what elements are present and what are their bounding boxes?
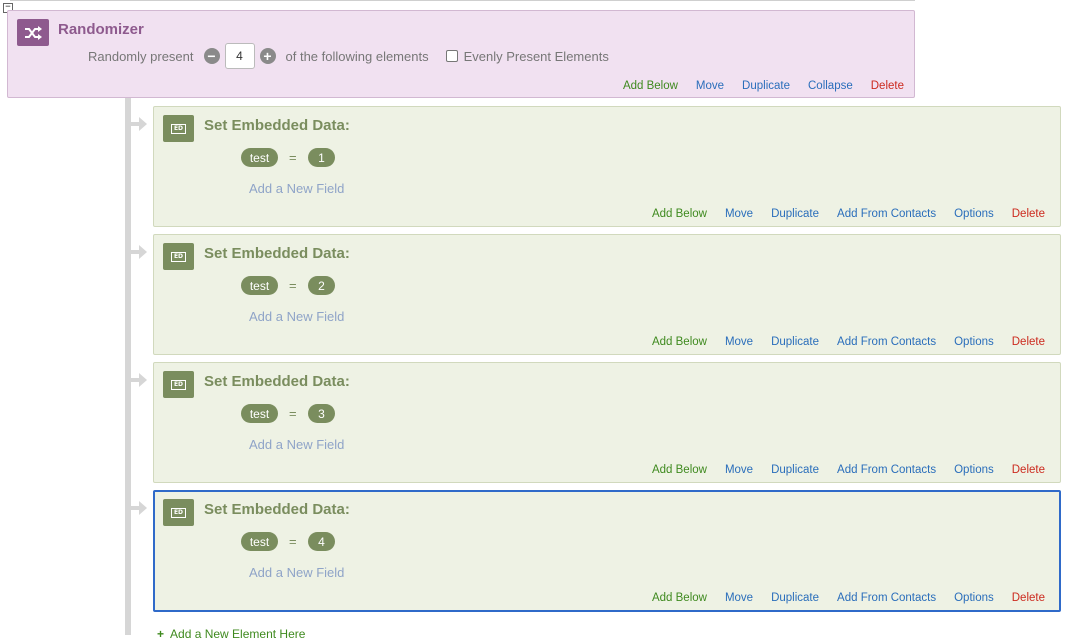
arrow-icon [139, 117, 147, 131]
connector-arrow [131, 506, 139, 510]
connector-arrow [131, 250, 139, 254]
move-link[interactable]: Move [696, 80, 724, 92]
shuffle-icon [17, 19, 49, 46]
add-from-contacts-link[interactable]: Add From Contacts [837, 464, 936, 476]
duplicate-link[interactable]: Duplicate [771, 592, 819, 604]
add-below-link[interactable]: Add Below [652, 336, 707, 348]
delete-link[interactable]: Delete [1012, 592, 1045, 604]
connector-arrow [131, 378, 139, 382]
embedded-data-icon: ED [163, 371, 194, 398]
delete-link[interactable]: Delete [871, 80, 904, 92]
add-below-link[interactable]: Add Below [652, 592, 707, 604]
equals-sign: = [289, 534, 297, 549]
randomizer-actions: Add Below Move Duplicate Collapse Delete [623, 80, 904, 92]
add-new-field-link[interactable]: Add a New Field [249, 565, 344, 580]
embedded-data-icon: ED [163, 115, 194, 142]
block-actions: Add Below Move Duplicate Add From Contac… [652, 208, 1045, 220]
randomizer-settings-row: Randomly present − 4 + of the following … [88, 43, 609, 69]
options-link[interactable]: Options [954, 592, 994, 604]
field-name-pill[interactable]: test [241, 276, 278, 295]
options-link[interactable]: Options [954, 336, 994, 348]
add-new-element-label: Add a New Element Here [170, 627, 306, 641]
delete-link[interactable]: Delete [1012, 336, 1045, 348]
add-new-element-link[interactable]: + Add a New Element Here [157, 627, 305, 641]
move-link[interactable]: Move [725, 464, 753, 476]
set-embedded-data-block-selected: ED Set Embedded Data: test = 4 Add a New… [153, 490, 1061, 612]
duplicate-link[interactable]: Duplicate [771, 208, 819, 220]
following-elements-label: of the following elements [285, 48, 429, 64]
add-below-link[interactable]: Add Below [652, 464, 707, 476]
options-link[interactable]: Options [954, 464, 994, 476]
delete-link[interactable]: Delete [1012, 208, 1045, 220]
add-new-field-link[interactable]: Add a New Field [249, 181, 344, 196]
block-title: Set Embedded Data: [204, 501, 350, 518]
block-actions: Add Below Move Duplicate Add From Contac… [652, 464, 1045, 476]
field-value-pill[interactable]: 3 [308, 404, 335, 423]
move-link[interactable]: Move [725, 208, 753, 220]
randomizer-block: Randomizer Randomly present − 4 + of the… [7, 10, 915, 98]
add-below-link[interactable]: Add Below [623, 80, 678, 92]
add-from-contacts-link[interactable]: Add From Contacts [837, 336, 936, 348]
connector-arrow [131, 122, 139, 126]
block-actions: Add Below Move Duplicate Add From Contac… [652, 592, 1045, 604]
element-count-input[interactable]: 4 [224, 43, 255, 69]
arrow-icon [139, 373, 147, 387]
set-embedded-data-block: ED Set Embedded Data: test = 2 Add a New… [153, 234, 1061, 355]
duplicate-link[interactable]: Duplicate [771, 336, 819, 348]
arrow-icon [139, 501, 147, 515]
evenly-present-checkbox[interactable] [445, 50, 458, 62]
options-link[interactable]: Options [954, 208, 994, 220]
equals-sign: = [289, 278, 297, 293]
block-title: Set Embedded Data: [204, 245, 350, 262]
block-title: Set Embedded Data: [204, 117, 350, 134]
randomly-present-label: Randomly present [88, 48, 194, 64]
duplicate-link[interactable]: Duplicate [771, 464, 819, 476]
embedded-data-icon: ED [163, 243, 194, 270]
add-from-contacts-link[interactable]: Add From Contacts [837, 592, 936, 604]
field-name-pill[interactable]: test [241, 148, 278, 167]
add-from-contacts-link[interactable]: Add From Contacts [837, 208, 936, 220]
collapse-link[interactable]: Collapse [808, 80, 853, 92]
flow-connector-line [125, 98, 131, 635]
field-value-pill[interactable]: 4 [308, 532, 335, 551]
evenly-present-label: Evenly Present Elements [463, 48, 609, 64]
field-name-pill[interactable]: test [241, 532, 278, 551]
plus-icon: + [157, 627, 165, 641]
field-name-pill[interactable]: test [241, 404, 278, 423]
field-value-pill[interactable]: 1 [308, 148, 335, 167]
block-actions: Add Below Move Duplicate Add From Contac… [652, 336, 1045, 348]
top-divider [10, 0, 915, 1]
field-value-pill[interactable]: 2 [308, 276, 335, 295]
randomizer-title: Randomizer [58, 21, 144, 38]
add-new-field-link[interactable]: Add a New Field [249, 309, 344, 324]
arrow-icon [139, 245, 147, 259]
block-title: Set Embedded Data: [204, 373, 350, 390]
add-new-field-link[interactable]: Add a New Field [249, 437, 344, 452]
increment-icon[interactable]: + [259, 48, 276, 64]
move-link[interactable]: Move [725, 336, 753, 348]
equals-sign: = [289, 150, 297, 165]
move-link[interactable]: Move [725, 592, 753, 604]
duplicate-link[interactable]: Duplicate [742, 80, 790, 92]
add-below-link[interactable]: Add Below [652, 208, 707, 220]
decrement-icon[interactable]: − [203, 48, 220, 64]
embedded-data-icon: ED [163, 499, 194, 526]
delete-link[interactable]: Delete [1012, 464, 1045, 476]
set-embedded-data-block: ED Set Embedded Data: test = 3 Add a New… [153, 362, 1061, 483]
equals-sign: = [289, 406, 297, 421]
set-embedded-data-block: ED Set Embedded Data: test = 1 Add a New… [153, 106, 1061, 227]
